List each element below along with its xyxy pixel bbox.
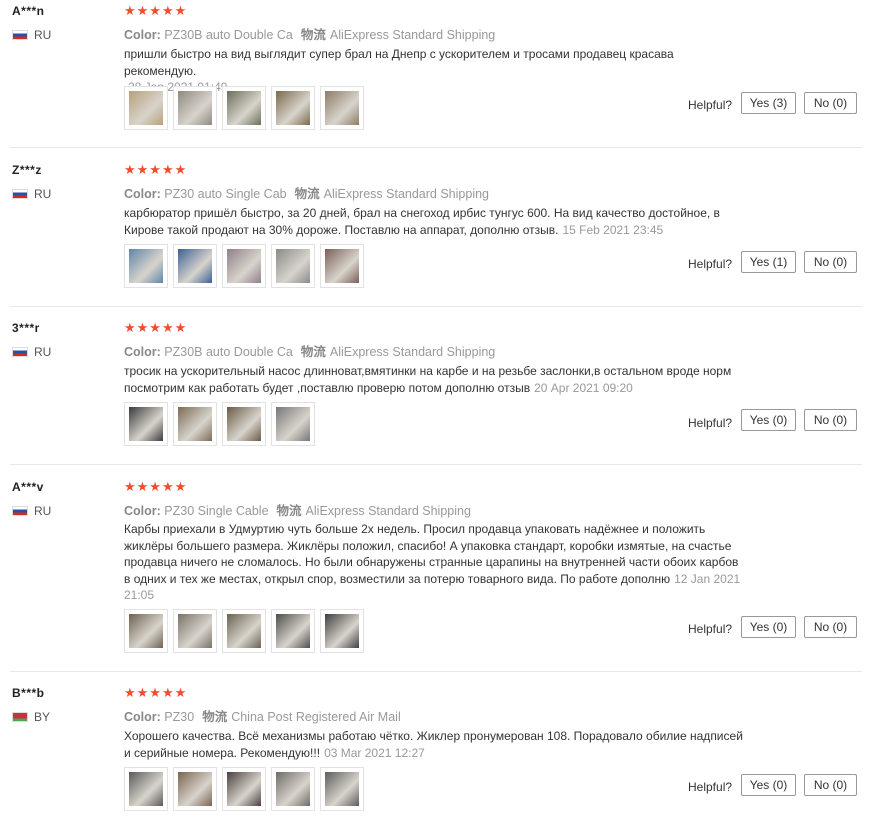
helpful-label: Helpful? — [688, 98, 733, 112]
reviewer-country: RU — [12, 504, 51, 518]
review-photo[interactable] — [173, 609, 217, 653]
review-photos — [124, 767, 364, 811]
reviewer-name: A***v — [12, 480, 44, 494]
flag-ru-icon — [12, 347, 28, 357]
rating-stars: ★★★★★ — [124, 3, 188, 18]
divider — [10, 306, 862, 307]
helpful-label: Helpful? — [688, 622, 733, 636]
helpful-yes-button[interactable]: Yes (0) — [741, 616, 796, 638]
divider — [10, 671, 862, 672]
reviewer-name: 3***r — [12, 321, 40, 335]
rating-stars: ★★★★★ — [124, 479, 188, 494]
review-photo[interactable] — [271, 402, 315, 446]
flag-by-icon — [12, 712, 28, 722]
flag-ru-icon — [12, 506, 28, 516]
helpful-no-button[interactable]: No (0) — [804, 409, 857, 431]
review-photo[interactable] — [271, 86, 315, 130]
review-photo[interactable] — [124, 767, 168, 811]
review-photo[interactable] — [222, 767, 266, 811]
review-meta: Color: PZ30 Single Cable 物流 AliExpress Sta… — [124, 504, 471, 518]
helpful-yes-button[interactable]: Yes (3) — [741, 92, 796, 114]
review-photo[interactable] — [271, 244, 315, 288]
review-date: 20 Apr 2021 09:20 — [534, 380, 633, 395]
helpful-no-button[interactable]: No (0) — [804, 616, 857, 638]
reviewer-name: Z***z — [12, 163, 42, 177]
helpful-label: Helpful? — [688, 416, 733, 430]
review-photo[interactable] — [124, 609, 168, 653]
review-photo[interactable] — [173, 244, 217, 288]
review-photo[interactable] — [222, 86, 266, 130]
review-meta: Color: PZ30 auto Single Cab 物流 AliExpress … — [124, 187, 489, 201]
review-photos — [124, 402, 315, 446]
rating-stars: ★★★★★ — [124, 685, 188, 700]
reviewer-country: RU — [12, 187, 51, 201]
review-text: Карбы приехали в Удмуртию чуть больше 2х… — [124, 522, 741, 602]
reviewer-country: RU — [12, 345, 51, 359]
review-meta: Color: PZ30B auto Double Ca 物流 AliExpress … — [124, 345, 496, 359]
helpful-label: Helpful? — [688, 780, 733, 794]
review-photo[interactable] — [124, 402, 168, 446]
rating-stars: ★★★★★ — [124, 320, 188, 335]
reviewer-country: BY — [12, 710, 50, 724]
reviewer-name: A***n — [12, 4, 45, 18]
helpful-yes-button[interactable]: Yes (0) — [741, 409, 796, 431]
rating-stars: ★★★★★ — [124, 162, 188, 177]
review-photo[interactable] — [124, 244, 168, 288]
review-text: Хорошего качества. Всё механизмы работаю… — [124, 729, 743, 760]
helpful-no-button[interactable]: No (0) — [804, 92, 857, 114]
flag-ru-icon — [12, 189, 28, 199]
review-photo[interactable] — [320, 767, 364, 811]
reviewer-name: B***b — [12, 686, 45, 700]
flag-ru-icon — [12, 30, 28, 40]
review-date: 15 Feb 2021 23:45 — [562, 222, 664, 237]
review-photo[interactable] — [173, 767, 217, 811]
review-photo[interactable] — [320, 86, 364, 130]
review-photos — [124, 244, 364, 288]
review-meta: Color: PZ30 物流 China Post Registered Air M… — [124, 710, 401, 724]
helpful-no-button[interactable]: No (0) — [804, 774, 857, 796]
review-photo[interactable] — [124, 86, 168, 130]
review-photo[interactable] — [320, 609, 364, 653]
reviewer-country: RU — [12, 28, 51, 42]
review-photo[interactable] — [222, 402, 266, 446]
review-photos — [124, 609, 364, 653]
review-photo[interactable] — [222, 609, 266, 653]
review-meta: Color: PZ30B auto Double Ca 物流 AliExpress … — [124, 28, 496, 42]
helpful-yes-button[interactable]: Yes (0) — [741, 774, 796, 796]
review-photo[interactable] — [222, 244, 266, 288]
review-text: тросик на ускорительный насос длиннoват,… — [124, 364, 732, 395]
review-photos — [124, 86, 364, 130]
helpful-label: Helpful? — [688, 257, 733, 271]
divider — [10, 147, 862, 148]
divider — [10, 464, 862, 465]
review-photo[interactable] — [173, 402, 217, 446]
review-text: карбюратор пришёл быстро, за 20 дней, бр… — [124, 206, 720, 237]
review-date: 03 Mar 2021 12:27 — [324, 745, 425, 760]
helpful-yes-button[interactable]: Yes (1) — [741, 251, 796, 273]
review-photo[interactable] — [173, 86, 217, 130]
review-photo[interactable] — [320, 244, 364, 288]
review-photo[interactable] — [271, 609, 315, 653]
review-photo[interactable] — [271, 767, 315, 811]
helpful-no-button[interactable]: No (0) — [804, 251, 857, 273]
